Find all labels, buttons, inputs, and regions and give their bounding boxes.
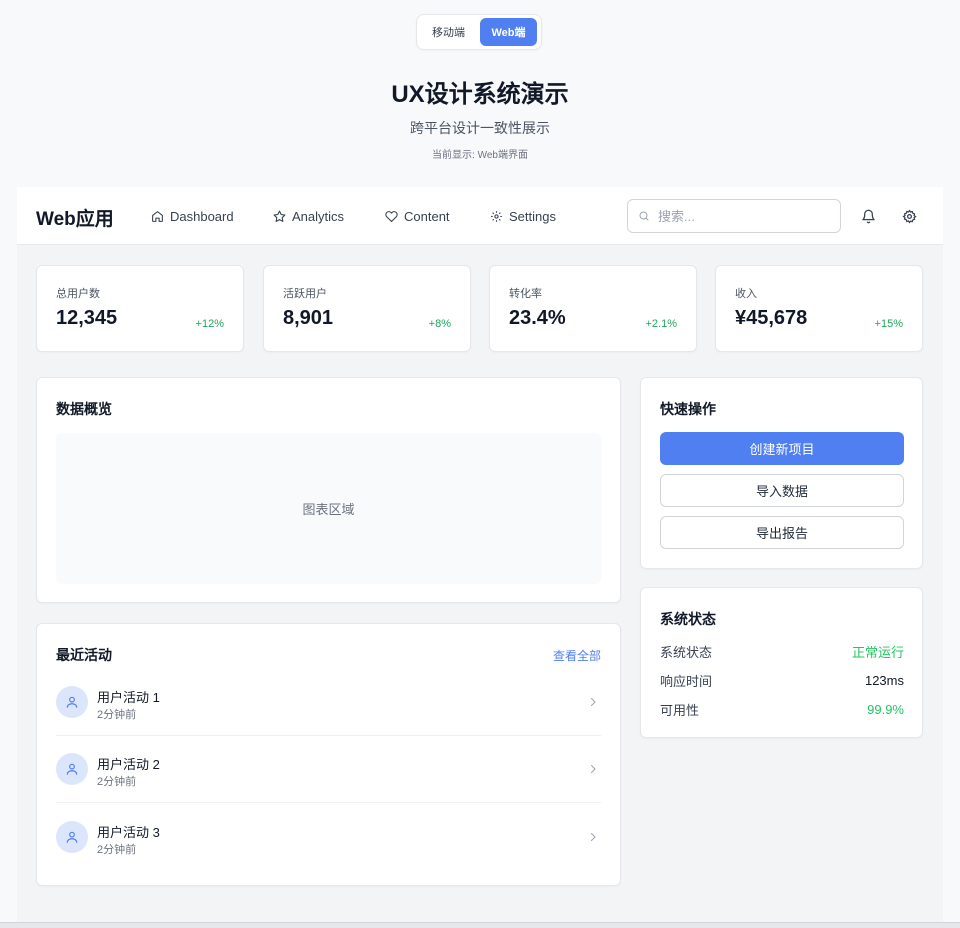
chart-placeholder: 图表区域 — [56, 433, 601, 584]
notifications-button[interactable] — [859, 207, 877, 225]
nav-item-content[interactable]: Content — [385, 207, 450, 225]
view-all-link[interactable]: 查看全部 — [553, 647, 601, 664]
chevron-right-icon — [591, 698, 596, 706]
list-item[interactable]: 用户活动 1 2分钟前 — [56, 669, 601, 736]
web-app-frame: Web应用 Dashboard Analytics Content Settin… — [17, 187, 943, 923]
gear-icon — [901, 208, 917, 223]
stat-value: 23.4% — [509, 307, 566, 329]
search-icon — [639, 211, 649, 221]
quick-actions-card: 快速操作 创建新项目 导入数据 导出报告 — [640, 377, 923, 569]
user-icon — [66, 831, 78, 843]
activity-time: 2分钟前 — [97, 709, 137, 721]
stat-label: 收入 — [735, 288, 757, 300]
list-item[interactable]: 用户活动 2 2分钟前 — [56, 736, 601, 803]
export-report-button[interactable]: 导出报告 — [660, 516, 904, 549]
current-view-note: 当前显示: Web端界面 — [432, 150, 528, 161]
status-row-availability: 可用性 99.9% — [660, 699, 904, 719]
avatar — [56, 753, 88, 785]
avatar — [56, 821, 88, 853]
stat-change: +2.1% — [645, 318, 678, 330]
activity-title-text: 用户活动 2 — [97, 757, 160, 772]
avatar — [56, 686, 88, 718]
gear-icon — [491, 210, 502, 222]
list-item[interactable]: 用户活动 3 2分钟前 — [56, 804, 601, 871]
bell-icon — [861, 209, 875, 223]
nav-item-label: Dashboard — [170, 208, 234, 224]
status-key: 响应时间 — [660, 673, 713, 689]
stat-card-conversion: 转化率 23.4% +2.1% — [489, 265, 697, 352]
system-status-card: 系统状态 系统状态 正常运行 响应时间 123ms 可用性 99.9% — [640, 587, 923, 738]
activity-title: 最近活动 — [56, 647, 112, 663]
stat-change: +8% — [428, 318, 451, 330]
nav-item-label: Settings — [509, 208, 556, 224]
platform-toggle: 移动端 Web端 — [416, 14, 542, 50]
activity-time: 2分钟前 — [97, 844, 137, 856]
user-icon — [66, 763, 78, 775]
nav-item-settings[interactable]: Settings — [490, 207, 556, 225]
chevron-right-icon — [591, 765, 596, 773]
nav-item-dashboard[interactable]: Dashboard — [151, 207, 234, 225]
home-icon — [152, 210, 163, 222]
recent-activity-card: 最近活动 查看全部 用户活动 1 2分钟前 用户活动 2 2分钟前 用户活动 3… — [36, 623, 621, 886]
nav-item-analytics[interactable]: Analytics — [273, 207, 344, 225]
status-key: 可用性 — [660, 702, 700, 718]
stat-value: ¥45,678 — [735, 307, 808, 329]
overview-title: 数据概览 — [56, 401, 112, 417]
heart-icon — [385, 210, 398, 222]
status-value: 123ms — [864, 672, 904, 688]
stat-card-active-users: 活跃用户 8,901 +8% — [263, 265, 471, 352]
system-status-title: 系统状态 — [660, 611, 716, 627]
status-value: 99.9% — [867, 701, 904, 717]
status-value: 正常运行 — [851, 644, 904, 660]
status-key: 系统状态 — [660, 644, 713, 660]
create-project-button[interactable]: 创建新项目 — [660, 432, 904, 465]
quick-actions-title: 快速操作 — [660, 401, 716, 417]
nav-item-label: Analytics — [292, 208, 345, 224]
horizontal-scrollbar[interactable] — [0, 922, 960, 928]
stat-card-total-users: 总用户数 12,345 +12% — [36, 265, 244, 352]
status-row-system: 系统状态 正常运行 — [660, 641, 904, 661]
activity-title-text: 用户活动 3 — [97, 825, 160, 840]
stat-change: +15% — [874, 318, 903, 330]
stat-value: 12,345 — [56, 307, 118, 329]
stat-label: 活跃用户 — [283, 288, 327, 300]
stat-label: 转化率 — [509, 288, 542, 300]
search-input[interactable] — [658, 208, 828, 224]
page-subtitle: 跨平台设计一致性展示 — [410, 120, 550, 136]
web-toggle-button[interactable]: Web端 — [480, 18, 537, 46]
nav-item-label: Content — [404, 208, 450, 224]
user-icon — [66, 696, 78, 708]
mobile-toggle-button[interactable]: 移动端 — [421, 18, 476, 46]
stat-value: 8,901 — [283, 307, 334, 329]
settings-button[interactable] — [900, 207, 918, 225]
import-data-button[interactable]: 导入数据 — [660, 474, 904, 507]
search-box[interactable] — [627, 199, 841, 233]
top-navbar: Web应用 Dashboard Analytics Content Settin… — [17, 187, 943, 245]
status-row-response: 响应时间 123ms — [660, 670, 904, 690]
stat-change: +12% — [195, 318, 224, 330]
activity-title-text: 用户活动 1 — [97, 690, 160, 705]
chevron-right-icon — [591, 833, 596, 841]
brand-logo[interactable]: Web应用 — [36, 204, 114, 231]
overview-card: 数据概览 图表区域 — [36, 377, 621, 603]
star-icon — [273, 210, 286, 222]
stat-label: 总用户数 — [56, 288, 100, 300]
page-title: UX设计系统演示 — [391, 81, 569, 108]
stat-card-revenue: 收入 ¥45,678 +15% — [715, 265, 923, 352]
activity-time: 2分钟前 — [97, 776, 137, 788]
